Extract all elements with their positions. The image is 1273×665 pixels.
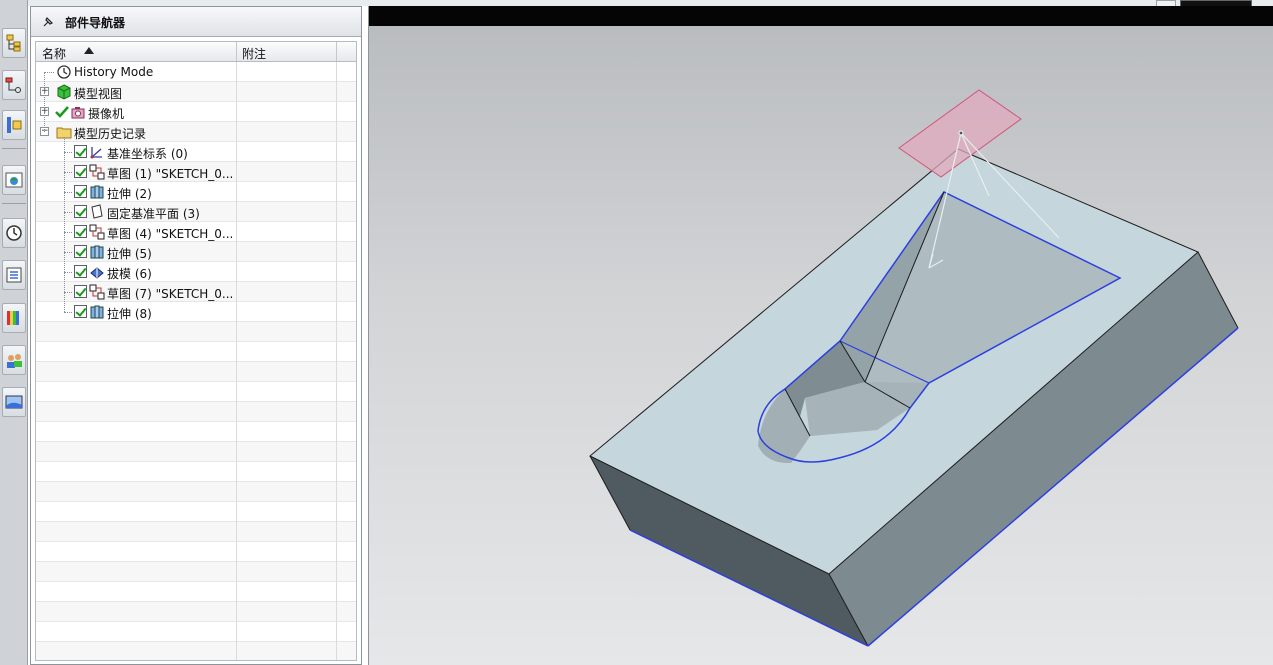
empty-row: [36, 502, 356, 522]
empty-row: [36, 482, 356, 502]
sketch-icon: [89, 224, 105, 240]
navigator-title-bar: 部件导航器: [31, 7, 361, 37]
tree-item-label: 模型历史记录: [74, 127, 147, 141]
tree-item-label: 拉伸 (8): [107, 307, 152, 321]
visibility-checkbox[interactable]: [74, 245, 87, 258]
sort-ascending-icon: [84, 47, 94, 54]
tree-row[interactable]: 拉伸 (8): [36, 302, 356, 322]
visibility-checkbox[interactable]: [74, 185, 87, 198]
empty-row: [36, 462, 356, 482]
tree-row[interactable]: 拉伸 (5): [36, 242, 356, 262]
empty-row: [36, 322, 356, 342]
part-navigator-panel: 部件导航器 名称 附注 History Mode + 模型视图 + 摄像机 − 模型历史记录…: [30, 6, 362, 665]
system-scenes-button[interactable]: [2, 387, 26, 417]
pin-icon[interactable]: [41, 15, 55, 29]
constraint-navigator-button[interactable]: [2, 70, 26, 100]
graphics-window[interactable]: [368, 6, 1273, 665]
tree-row[interactable]: History Mode: [36, 62, 356, 82]
roles-icon: [7, 354, 22, 368]
tree-row[interactable]: + 摄像机: [36, 102, 356, 122]
checkmark-icon: [54, 104, 70, 120]
model-viewport[interactable]: [369, 6, 1273, 665]
visibility-checkbox[interactable]: [74, 225, 87, 238]
tree-row[interactable]: 固定基准平面 (3): [36, 202, 356, 222]
empty-row: [36, 442, 356, 462]
tree-item-label: 固定基准平面 (3): [107, 207, 200, 221]
empty-row: [36, 602, 356, 622]
roles-button[interactable]: [2, 345, 26, 375]
clock-icon: [56, 64, 72, 80]
visibility-checkbox[interactable]: [74, 205, 87, 218]
web-browser-icon: [5, 172, 23, 188]
empty-row: [36, 582, 356, 602]
sketch-icon: [89, 284, 105, 300]
tree-row[interactable]: 草图 (1) "SKETCH_0...: [36, 162, 356, 182]
tree-row[interactable]: 拉伸 (2): [36, 182, 356, 202]
column-header: 名称 附注: [36, 42, 356, 62]
reuse-library-button[interactable]: [2, 260, 26, 290]
constraint-navigator-icon: [5, 77, 21, 93]
part-navigator-button[interactable]: [2, 110, 26, 140]
navigator-tree: 名称 附注 History Mode + 模型视图 + 摄像机 − 模型历史记录基准坐标系 …: [35, 41, 357, 661]
tree-row[interactable]: 基准坐标系 (0): [36, 142, 356, 162]
column-note-header[interactable]: 附注: [242, 45, 266, 62]
tree-item-label: 拉伸 (2): [107, 187, 152, 201]
tree-item-label: 拔模 (6): [107, 267, 152, 281]
tree-row[interactable]: − 模型历史记录: [36, 122, 356, 142]
resource-bar: [0, 0, 28, 665]
part-navigator-icon: [7, 117, 22, 133]
tree-row[interactable]: 拔模 (6): [36, 262, 356, 282]
visibility-checkbox[interactable]: [74, 165, 87, 178]
tree-item-label: 基准坐标系 (0): [107, 147, 188, 161]
extrude-icon: [89, 304, 105, 320]
datum-plane-icon: [89, 204, 105, 220]
tree-item-label: 草图 (4) "SKETCH_0...: [107, 227, 234, 241]
tree-item-label: 摄像机: [88, 107, 125, 121]
empty-row: [36, 542, 356, 562]
navigator-title: 部件导航器: [65, 16, 126, 30]
empty-row: [36, 562, 356, 582]
assembly-navigator-icon: [6, 34, 21, 52]
empty-row: [36, 342, 356, 362]
empty-row: [36, 382, 356, 402]
empty-row: [36, 402, 356, 422]
color-palette-icon: [7, 311, 19, 325]
history-button[interactable]: [2, 218, 26, 248]
empty-row: [36, 642, 356, 660]
model-views-icon: [56, 84, 72, 100]
tree-item-label: 拉伸 (5): [107, 247, 152, 261]
nx-window: 部件导航器 名称 附注 History Mode + 模型视图 + 摄像机 − 模型历史记录…: [0, 0, 1273, 665]
empty-row: [36, 422, 356, 442]
system-scenes-icon: [5, 395, 23, 409]
column-name-header[interactable]: 名称: [42, 45, 66, 62]
empty-row: [36, 362, 356, 382]
visibility-checkbox[interactable]: [74, 145, 87, 158]
extrude-icon: [89, 184, 105, 200]
visibility-checkbox[interactable]: [74, 285, 87, 298]
extrude-icon: [89, 244, 105, 260]
tree-row[interactable]: 草图 (7) "SKETCH_0...: [36, 282, 356, 302]
tree-row[interactable]: 草图 (4) "SKETCH_0...: [36, 222, 356, 242]
tree-item-label: 模型视图: [74, 87, 123, 101]
tree-item-label: 草图 (1) "SKETCH_0...: [107, 167, 234, 181]
tree-item-label: 草图 (7) "SKETCH_0...: [107, 287, 234, 301]
visibility-checkbox[interactable]: [74, 305, 87, 318]
tree-row[interactable]: + 模型视图: [36, 82, 356, 102]
datum-csys-icon: [89, 144, 105, 160]
empty-row: [36, 522, 356, 542]
web-browser-button[interactable]: [2, 165, 26, 195]
color-palette-button[interactable]: [2, 303, 26, 333]
history-icon: [6, 225, 22, 241]
assembly-navigator-button[interactable]: [2, 28, 26, 58]
camera-icon: [70, 104, 86, 120]
empty-row: [36, 622, 356, 642]
tree-item-label: History Mode: [74, 65, 154, 79]
draft-icon: [89, 264, 105, 280]
sketch-icon: [89, 164, 105, 180]
reuse-library-icon: [6, 267, 22, 283]
visibility-checkbox[interactable]: [74, 265, 87, 278]
